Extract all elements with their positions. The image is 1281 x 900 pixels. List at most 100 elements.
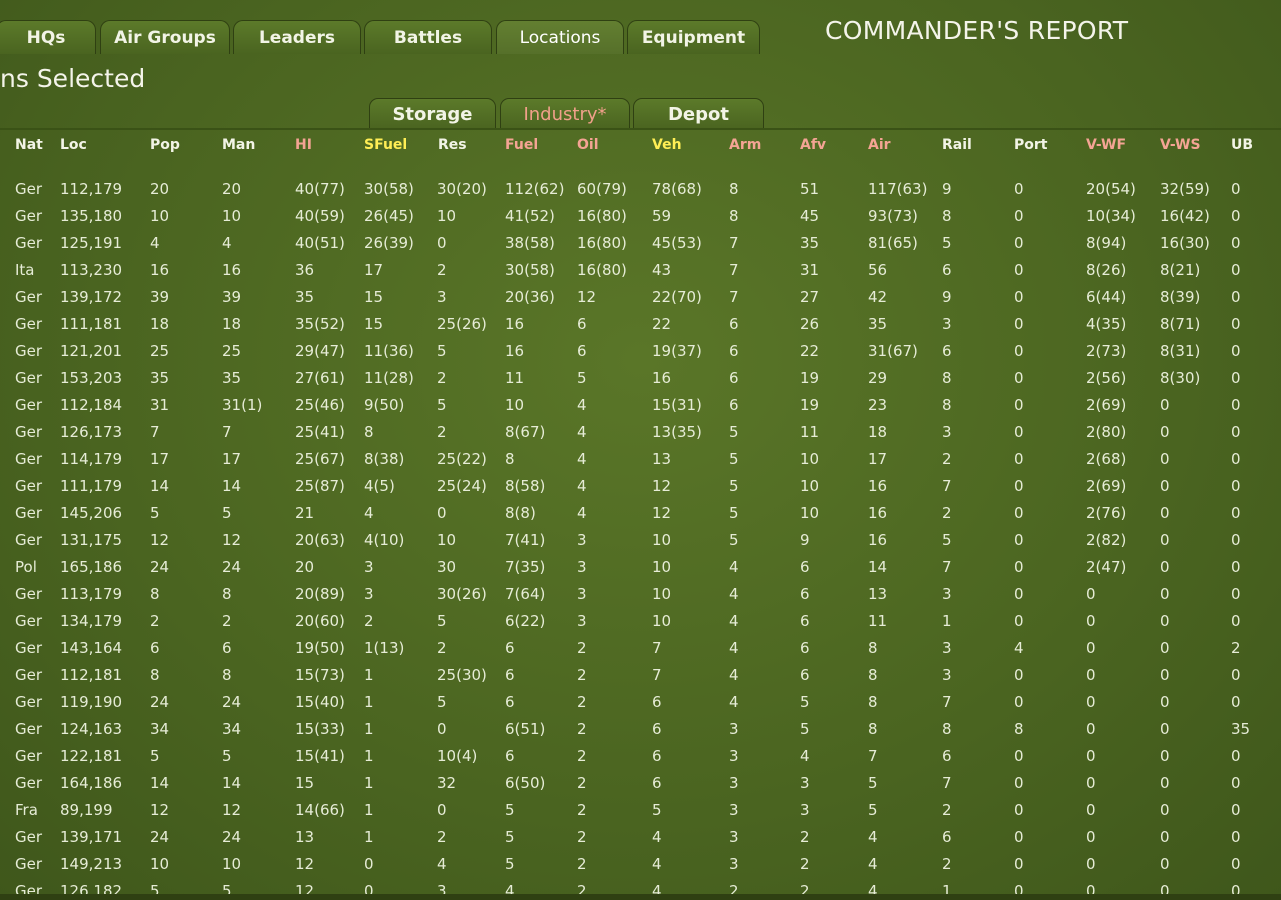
table-row[interactable]: Pol 165,186 24 24 20 3 30 7(35) 3 10 4 6 14 7 0 2(47) 0 0 [0,554,1281,581]
column-header-fuel[interactable]: Fuel [505,137,538,153]
table-row[interactable]: Ger 113,179 8 8 20(89) 3 30(26) 7(64) 3 10 4 6 13 3 0 0… [0,581,1281,608]
column-header-rail[interactable]: Rail [942,137,972,153]
cell-sfuel: 9(50) [364,396,405,414]
tab-leaders[interactable]: Leaders [233,20,361,54]
column-header-afv[interactable]: Afv [800,137,826,153]
cell-vwf: 0 [1086,720,1096,738]
cell-oil: 6 [577,342,587,360]
cell-port: 0 [1014,288,1024,306]
cell-loc: 112,179 [60,180,123,198]
subtab-storage[interactable]: Storage [369,98,496,129]
cell-res: 10 [437,531,457,549]
cell-afv: 6 [800,558,810,576]
cell-afv: 10 [800,477,820,495]
subtab-depot[interactable]: Depot [633,98,764,129]
column-header-oil[interactable]: Oil [577,137,599,153]
column-header-hi[interactable]: HI [295,137,312,153]
tab-air-groups[interactable]: Air Groups [100,20,230,54]
tab-locations[interactable]: Locations [496,20,624,54]
column-header-veh[interactable]: Veh [652,137,682,153]
table-row[interactable]: Ger 112,181 8 8 15(73) 1 25(30) 6 2 7 4 6 8 3 0 0 0 0 [0,662,1281,689]
table-row[interactable]: Ger 119,190 24 24 15(40) 1 5 6 2 6 4 5 8 7 0 0 0 0 [0,689,1281,716]
cell-man: 14 [222,477,242,495]
column-header-ub[interactable]: UB [1231,137,1253,153]
cell-vwf: 0 [1086,666,1096,684]
cell-loc: 89,199 [60,801,113,819]
column-header-loc[interactable]: Loc [60,137,87,153]
cell-arm: 3 [729,774,739,792]
cell-air: 17 [868,450,888,468]
cell-ub: 0 [1231,747,1241,765]
table-row[interactable]: Ger 134,179 2 2 20(60) 2 5 6(22) 3 10 4 6 11 1 0 0 0 0 [0,608,1281,635]
cell-vws: 8(39) [1160,288,1201,306]
cell-rail: 2 [942,855,952,873]
cell-fuel: 6(22) [505,612,546,630]
tab-battles[interactable]: Battles [364,20,492,54]
table-row[interactable]: Ger 139,172 39 39 35 15 3 20(36) 12 22(70) 7 27 42 9 0… [0,284,1281,311]
cell-rail: 6 [942,342,952,360]
cell-ub: 0 [1231,531,1241,549]
table-row[interactable]: Ger 121,201 25 25 29(47) 11(36) 5 16 6 19(37) 6 22 3… [0,338,1281,365]
cell-arm: 4 [729,666,739,684]
table-row[interactable]: Ger 131,175 12 12 20(63) 4(10) 10 7(41) 3 10 5 9 16 5… [0,527,1281,554]
table-row[interactable]: Ita 113,230 16 16 36 17 2 30(58) 16(80) 43 7 31 56 6 0… [0,257,1281,284]
cell-vwf: 0 [1086,747,1096,765]
cell-veh: 7 [652,666,662,684]
cell-rail: 2 [942,504,952,522]
tab-hqs[interactable]: HQs [0,20,96,54]
column-header-arm[interactable]: Arm [729,137,761,153]
cell-hi: 40(77) [295,180,345,198]
cell-hi: 25(46) [295,396,345,414]
cell-afv: 22 [800,342,820,360]
cell-res: 2 [437,423,447,441]
table-row[interactable]: Ger 126,173 7 7 25(41) 8 2 8(67) 4 13(35) 5 11 18 3 0 2… [0,419,1281,446]
cell-fuel: 5 [505,855,515,873]
column-header-air[interactable]: Air [868,137,891,153]
cell-vwf: 20(54) [1086,180,1136,198]
table-row[interactable]: Ger 126,182 5 5 12 0 3 4 2 4 2 2 4 1 0 0 0 0 [0,878,1281,894]
tab-equipment[interactable]: Equipment [627,20,760,54]
column-header-man[interactable]: Man [222,137,255,153]
table-row[interactable]: Ger 125,191 4 4 40(51) 26(39) 0 38(58) 16(80) 45(… [0,230,1281,257]
table-row[interactable]: Ger 112,179 20 20 40(77) 30(58) 30(20) 112(62) 6… [0,176,1281,203]
table-row[interactable]: Ger 112,184 31 31(1) 25(46) 9(50) 5 10 4 15(31) 6 1… [0,392,1281,419]
table-row[interactable]: Ger 122,181 5 5 15(41) 1 10(4) 6 2 6 3 4 7 6 0 0 0 0 [0,743,1281,770]
table-row[interactable]: Ger 111,179 14 14 25(87) 4(5) 25(24) 8(58) 4 12 5 1… [0,473,1281,500]
table-row[interactable]: Ger 164,186 14 14 15 1 32 6(50) 2 6 3 3 5 7 0 0 0 0 [0,770,1281,797]
table-row[interactable]: Ger 111,181 18 18 35(52) 15 25(26) 16 6 22 6 26 35 3 0… [0,311,1281,338]
cell-nat: Ger [15,747,43,765]
column-header-nat[interactable]: Nat [15,137,43,153]
cell-loc: 153,203 [60,369,123,387]
cell-port: 0 [1014,234,1024,252]
cell-hi: 25(67) [295,450,345,468]
cell-fuel: 6 [505,639,515,657]
column-header-vwf[interactable]: V-WF [1086,137,1126,153]
table-row[interactable]: Ger 114,179 17 17 25(67) 8(38) 25(22) 8 4 13 5 10 17… [0,446,1281,473]
column-header-pop[interactable]: Pop [150,137,180,153]
cell-afv: 11 [800,423,820,441]
cell-veh: 59 [652,207,672,225]
cell-afv: 19 [800,396,820,414]
table-row[interactable]: Ger 143,164 6 6 19(50) 1(13) 2 6 2 7 4 6 8 3 4 0 0 2 [0,635,1281,662]
cell-vwf: 0 [1086,855,1096,873]
table-row[interactable]: Ger 139,171 24 24 13 1 2 5 2 4 3 2 4 6 0 0 0 0 [0,824,1281,851]
table-row[interactable]: Fra 89,199 12 12 14(66) 1 0 5 2 5 3 3 5 2 0 0 0 0 [0,797,1281,824]
subtab-industry[interactable]: Industry* [500,98,630,129]
table-row[interactable]: Ger 124,163 34 34 15(33) 1 0 6(51) 2 6 3 5 8 8 8 0 0 35 [0,716,1281,743]
table-row[interactable]: Ger 135,180 10 10 40(59) 26(45) 10 41(52) 16(80)… [0,203,1281,230]
cell-res: 10(4) [437,747,478,765]
cell-hi: 40(51) [295,234,345,252]
column-header-res[interactable]: Res [438,137,467,153]
cell-port: 0 [1014,585,1024,603]
cell-vws: 0 [1160,504,1170,522]
column-header-port[interactable]: Port [1014,137,1047,153]
table-row[interactable]: Ger 153,203 35 35 27(61) 11(28) 2 11 5 16 6 19 29 8 0 2… [0,365,1281,392]
cell-hi: 15(33) [295,720,345,738]
column-header-vws[interactable]: V-WS [1160,137,1201,153]
column-header-sfuel[interactable]: SFuel [364,137,407,153]
table-row[interactable]: Ger 145,206 5 5 21 4 0 8(8) 4 12 5 10 16 2 0 2(76) 0 0 [0,500,1281,527]
cell-man: 10 [222,855,242,873]
cell-vws: 8(31) [1160,342,1201,360]
table-row[interactable]: Ger 149,213 10 10 12 0 4 5 2 4 3 2 4 2 0 0 0 0 [0,851,1281,878]
cell-man: 12 [222,531,242,549]
